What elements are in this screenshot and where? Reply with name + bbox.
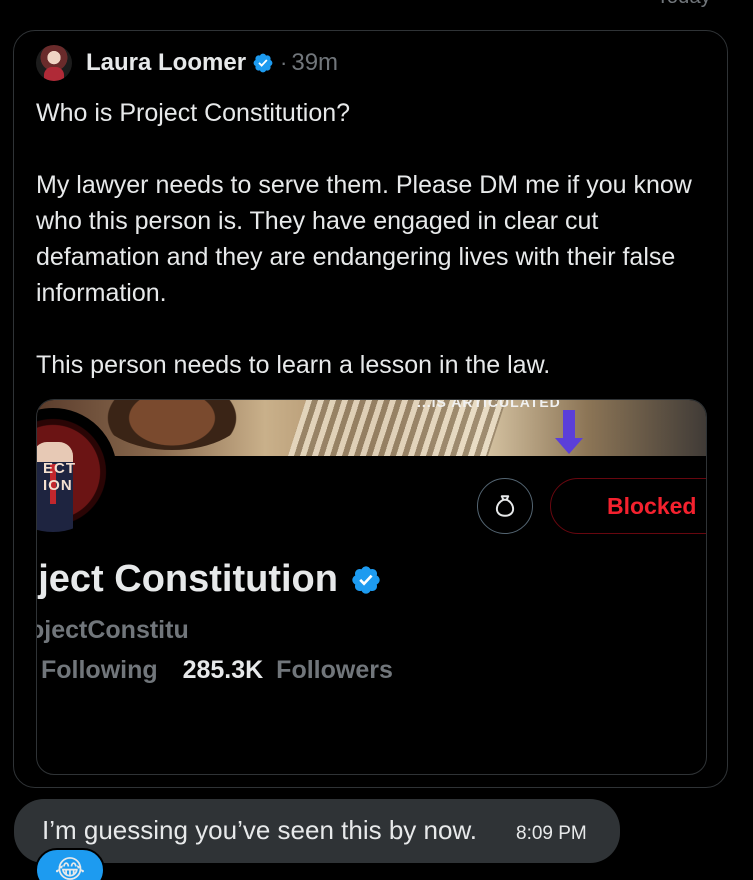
profile-display-name: oject Constitution — [36, 558, 382, 601]
followers-count: 285.3K — [182, 656, 264, 684]
verified-badge-icon — [253, 53, 273, 73]
reaction-pill[interactable]: 😂 — [35, 848, 105, 880]
profile-stats: Following 285.3K Followers — [41, 656, 393, 685]
author-name[interactable]: Laura Loomer — [86, 49, 246, 77]
profile-banner: ...IS ARTICULATED — [37, 400, 706, 456]
gavel-graphic — [97, 400, 247, 450]
laughing-emoji-icon: 😂 — [54, 854, 86, 880]
tweet-paragraph: Who is Project Constitution? — [36, 99, 351, 127]
date-separator: Today — [657, 0, 711, 9]
profile-name-text: oject Constitution — [36, 558, 338, 600]
tweet-paragraph: This person needs to learn a lesson in t… — [36, 351, 551, 379]
embedded-profile-screenshot[interactable]: ...IS ARTICULATED ECT ION Blocked oject … — [36, 399, 707, 775]
dm-conversation-view: Today Laura Loomer · 39m Who is Project … — [0, 0, 753, 880]
tweet-body: Who is Project Constitution? My lawyer n… — [36, 95, 706, 383]
author-avatar[interactable] — [36, 45, 72, 81]
profile-handle: ojectConstitu — [36, 616, 189, 644]
header-separator: · — [280, 50, 288, 75]
message-time: 8:09 PM — [516, 823, 587, 844]
avatar-text: ECT ION — [43, 460, 76, 494]
arrow-down-icon — [555, 410, 583, 454]
tweet-paragraph: My lawyer needs to serve them. Please DM… — [36, 171, 692, 307]
following-label: Following — [41, 656, 158, 684]
money-bag-icon — [495, 495, 515, 517]
message-bubble[interactable]: I’m guessing you’ve seen this by now. 8:… — [14, 799, 620, 863]
tweet-timestamp[interactable]: 39m — [291, 49, 338, 77]
followers-label: Followers — [276, 656, 393, 684]
banner-caption: ...IS ARTICULATED — [417, 400, 561, 410]
verified-badge-icon — [352, 565, 380, 594]
money-bag-button — [477, 478, 533, 534]
tweet-header: Laura Loomer · 39m — [36, 45, 338, 81]
blocked-button: Blocked — [550, 478, 706, 534]
message-text: I’m guessing you’ve seen this by now. — [42, 815, 478, 845]
shared-tweet-card[interactable]: Laura Loomer · 39m Who is Project Consti… — [13, 30, 728, 788]
